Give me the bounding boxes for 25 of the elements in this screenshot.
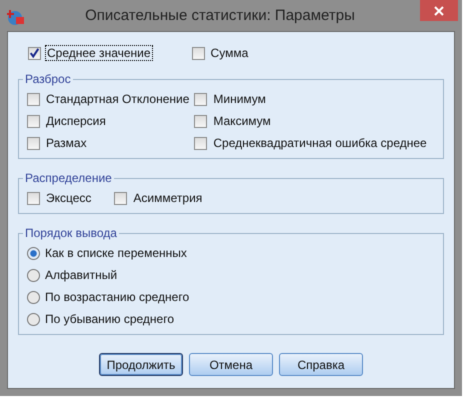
checkbox[interactable]: Эксцесс	[27, 187, 92, 209]
checkbox[interactable]: Размах	[27, 132, 190, 154]
group-title: Распределение	[24, 171, 113, 185]
checkbox[interactable]: Стандартная Отклонение	[27, 88, 190, 110]
checkbox[interactable]: Среднее значение	[28, 42, 152, 64]
checkbox[interactable]: Минимум	[194, 88, 428, 110]
radio-button[interactable]: Алфавитный	[27, 264, 435, 286]
app-icon	[7, 8, 25, 26]
group-title: Разброс	[24, 72, 72, 86]
radio-button[interactable]: По убыванию среднего	[27, 308, 435, 330]
dialog-button[interactable]: Справка	[279, 353, 363, 376]
checkmark-icon	[29, 46, 40, 60]
close-button[interactable]	[420, 0, 458, 21]
checkbox[interactable]: Дисперсия	[27, 110, 190, 132]
checkbox[interactable]: Среднеквадратичная ошибка среднее	[194, 132, 428, 154]
checkbox[interactable]: Максимум	[194, 110, 428, 132]
radio-button[interactable]: По возрастанию среднего	[27, 286, 435, 308]
close-icon	[434, 6, 444, 16]
checkbox[interactable]: Асимметрия	[114, 187, 204, 209]
checkbox[interactable]: Сумма	[192, 42, 250, 64]
dialog-button[interactable]: Отмена	[189, 353, 273, 376]
group-title: Порядок вывода	[24, 226, 118, 240]
window-title: Описательные статистики: Параметры	[84, 7, 356, 24]
radio-button[interactable]: Как в списке переменных	[27, 242, 435, 264]
dialog-button[interactable]: Продолжить	[99, 353, 183, 376]
